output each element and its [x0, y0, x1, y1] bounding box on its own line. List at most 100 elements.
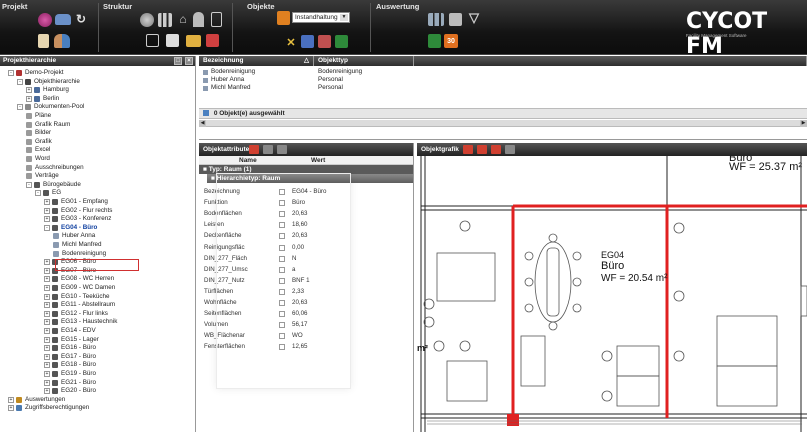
attribute-checkbox[interactable] [279, 222, 285, 229]
column-header-objekttyp[interactable]: Objekttyp [314, 56, 414, 66]
attribute-row[interactable]: Deckenfläche 20,63 [199, 231, 414, 241]
tree-item[interactable]: + EG21 - Büro [44, 379, 96, 387]
tree-item[interactable]: Grafik Raum [26, 121, 70, 129]
tree-item[interactable]: + EG03 - Konferenz [44, 215, 111, 223]
attribute-checkbox[interactable] [279, 255, 285, 262]
attribute-row[interactable]: DIN_277_Umsc a [199, 265, 414, 275]
tree-item[interactable]: + EG17 - Büro [44, 353, 96, 361]
attribute-checkbox[interactable] [279, 200, 285, 207]
folder-icon[interactable] [186, 35, 201, 47]
expand-toggle-icon[interactable]: + [44, 207, 50, 214]
list-item[interactable]: Michl Manfred Personal [199, 84, 807, 92]
users-icon[interactable] [54, 34, 70, 48]
collapse-toggle-icon[interactable]: - [17, 78, 23, 85]
expand-toggle-icon[interactable]: + [8, 405, 14, 412]
building-icon[interactable] [38, 34, 49, 48]
tree-item[interactable]: Bodenreinigung [53, 250, 106, 258]
attribute-checkbox[interactable] [279, 311, 285, 318]
tree-item[interactable]: Huber Anna [53, 232, 95, 240]
expand-toggle-icon[interactable]: + [26, 87, 32, 94]
tree-item[interactable]: Pläne [26, 112, 51, 120]
maintenance-icon[interactable] [277, 11, 290, 25]
expand-toggle-icon[interactable]: + [44, 276, 50, 283]
zoom-out-icon[interactable] [477, 145, 487, 154]
expand-toggle-icon[interactable]: + [44, 371, 50, 377]
attribute-value[interactable]: 20,63 [292, 209, 307, 219]
attribute-row[interactable]: Leisten 18,60 [199, 220, 414, 230]
attribute-checkbox[interactable] [279, 288, 285, 295]
tree-item[interactable]: - EG04 - Büro [44, 224, 97, 232]
save-icon[interactable] [249, 145, 259, 154]
tree-item[interactable]: + EG09 - WC Damen [44, 284, 115, 292]
tree-item[interactable]: Ausschreibungen [26, 164, 84, 172]
refresh-attributes-icon[interactable] [277, 145, 287, 154]
tools-icon[interactable]: ✕ [284, 35, 298, 49]
tree-item[interactable]: + EG19 - Büro [44, 370, 96, 378]
expand-toggle-icon[interactable]: + [26, 95, 32, 102]
attribute-value[interactable]: Büro [292, 198, 305, 208]
tree-item[interactable]: + Berlin [26, 95, 59, 103]
chart-icon[interactable] [158, 13, 172, 27]
tree-item[interactable]: + EG12 - Flur links [44, 310, 108, 318]
attribute-checkbox[interactable] [279, 333, 285, 340]
car-icon[interactable] [55, 14, 71, 25]
attribute-value[interactable]: 12,65 [292, 342, 307, 352]
horizontal-scrollbar[interactable]: ◀ ▶ [199, 120, 807, 127]
layout-icon[interactable] [146, 34, 159, 47]
restore-icon[interactable]: □ [174, 57, 182, 65]
attribute-value[interactable]: 0,00 [292, 243, 304, 253]
tree-item[interactable]: + EG15 - Lager [44, 336, 99, 344]
list-item[interactable]: Bodenreinigung Bodenreinigung [199, 68, 807, 76]
tree-item[interactable]: Michl Manfred [53, 241, 102, 249]
attribute-row[interactable]: Funktion Büro [199, 198, 414, 208]
attribute-row[interactable]: Bezeichnung EG04 - Büro [199, 187, 414, 197]
calendar-icon[interactable]: 30 [444, 34, 458, 48]
tree-item[interactable]: - Demo-Projekt [8, 69, 64, 77]
tree-item[interactable]: + Zugriffsberechtigungen [8, 404, 89, 412]
scroll-left-icon[interactable]: ◀ [199, 120, 206, 127]
expand-toggle-icon[interactable]: + [44, 362, 50, 369]
type-group-header[interactable]: ■ Typ: Raum (1) [199, 165, 413, 174]
refresh-icon[interactable]: ↻ [74, 12, 88, 26]
attribute-value[interactable]: 56,17 [292, 320, 307, 330]
attribute-checkbox[interactable] [279, 211, 285, 218]
printer-icon[interactable] [449, 13, 462, 26]
expand-toggle-icon[interactable]: + [44, 319, 50, 326]
expand-toggle-icon[interactable]: + [44, 345, 50, 352]
tree-item[interactable]: + EG14 - EDV [44, 327, 96, 335]
attribute-value[interactable]: 60,06 [292, 309, 307, 319]
expand-toggle-icon[interactable]: + [44, 267, 50, 274]
attribute-checkbox[interactable] [279, 277, 285, 284]
home-icon[interactable]: ⌂ [176, 12, 190, 26]
tree-item[interactable]: + Hamburg [26, 86, 69, 94]
filter-icon[interactable]: ▽ [467, 10, 481, 25]
tree-item[interactable]: + EG01 - Empfang [44, 198, 108, 206]
attribute-value[interactable]: N [292, 254, 296, 264]
tree-item[interactable]: + EG02 - Flur rechts [44, 207, 112, 215]
expand-toggle-icon[interactable]: + [44, 216, 50, 223]
attribute-value[interactable]: WO [292, 331, 303, 341]
attribute-row[interactable]: WB_Flächenar WO [199, 331, 414, 341]
copy-icon[interactable] [166, 34, 179, 47]
tree-item[interactable]: + EG16 - Büro [44, 344, 96, 352]
bar-chart-icon[interactable] [428, 13, 444, 26]
expand-toggle-icon[interactable]: + [44, 328, 50, 334]
attribute-row[interactable]: DIN_277_Nutz BNF 1 [199, 276, 414, 286]
print-graphic-icon[interactable] [505, 145, 515, 154]
collapse-toggle-icon[interactable]: - [17, 104, 23, 111]
expand-toggle-icon[interactable]: + [44, 302, 50, 309]
expand-toggle-icon[interactable]: + [44, 293, 50, 300]
collapse-toggle-icon[interactable]: - [44, 224, 50, 231]
tree-item[interactable]: Excel [26, 146, 50, 154]
tree-item[interactable]: - EG [35, 189, 61, 197]
edit-icon[interactable] [263, 145, 273, 154]
tree-item[interactable]: + Auswertungen [8, 396, 65, 404]
image-icon[interactable] [318, 35, 331, 48]
attribute-row[interactable]: DIN_277_Fläch N [199, 254, 414, 264]
collapse-toggle-icon[interactable]: - [35, 190, 41, 197]
attribute-row[interactable]: Seitenflächen 60,06 [199, 309, 414, 319]
attribute-row[interactable]: Wohnfläche 20,63 [199, 298, 414, 308]
expand-toggle-icon[interactable]: + [44, 310, 50, 317]
collapse-toggle-icon[interactable]: - [26, 181, 32, 188]
expand-toggle-icon[interactable]: + [8, 396, 14, 403]
